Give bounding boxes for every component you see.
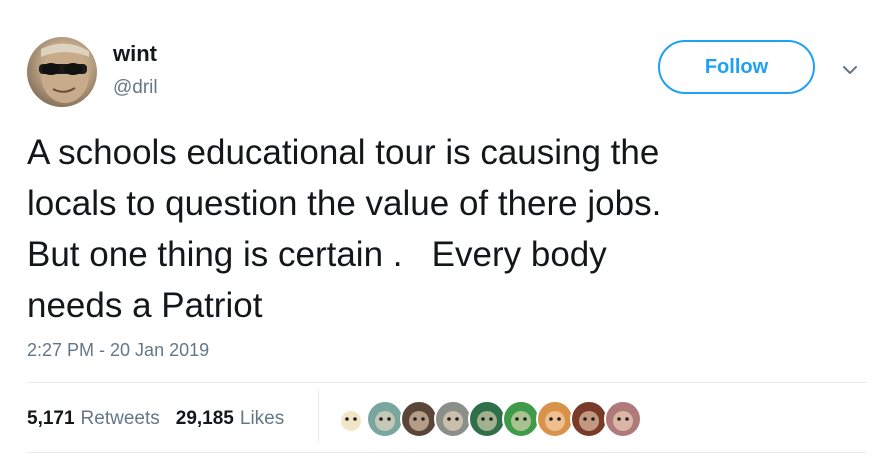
divider <box>27 452 867 453</box>
liker-avatar[interactable] <box>366 400 404 438</box>
liker-avatar[interactable] <box>468 400 506 438</box>
chevron-down-icon[interactable] <box>840 60 860 80</box>
colorful-face-avatar-icon <box>375 411 395 431</box>
liker-avatar[interactable] <box>536 400 574 438</box>
profile-photo-icon <box>39 43 89 103</box>
liker-avatar[interactable] <box>502 400 540 438</box>
dog-sunglasses-avatar-icon <box>545 411 565 431</box>
green-creature-avatar-icon <box>511 411 531 431</box>
tweet-timestamp[interactable]: 2:27 PM - 20 Jan 2019 <box>27 340 209 361</box>
likes-stat[interactable]: 29,185 Likes <box>176 408 284 430</box>
sticker-avatar-icon <box>477 411 497 431</box>
red-face-avatar-icon <box>579 411 599 431</box>
liker-avatar[interactable] <box>570 400 608 438</box>
cartoon-face-avatar-icon <box>341 411 361 431</box>
author-display-name[interactable]: wint <box>113 41 157 67</box>
tweet-text: A schools educational tour is causing th… <box>27 133 662 325</box>
tweet-card: wint @dril Follow A schools educational … <box>0 0 885 466</box>
dark-face-avatar-icon <box>409 411 429 431</box>
author-handle[interactable]: @dril <box>113 77 158 99</box>
follow-button[interactable]: Follow <box>658 40 815 94</box>
liker-avatar[interactable] <box>332 400 370 438</box>
retweets-label: Retweets <box>80 408 160 429</box>
liker-avatar[interactable] <box>604 400 642 438</box>
retweets-stat[interactable]: 5,171 Retweets <box>27 408 160 430</box>
stats-separator <box>318 390 319 442</box>
liker-avatar[interactable] <box>434 400 472 438</box>
author-avatar[interactable] <box>27 37 97 107</box>
tweet-stats: 5,171 Retweets 29,185 Likes <box>27 408 284 430</box>
likes-count: 29,185 <box>175 408 234 429</box>
liker-avatar[interactable] <box>400 400 438 438</box>
character-avatar-icon <box>443 411 463 431</box>
divider <box>27 382 867 383</box>
retweets-count: 5,171 <box>27 408 75 429</box>
likes-label: Likes <box>239 408 285 429</box>
person-avatar-icon <box>613 411 633 431</box>
